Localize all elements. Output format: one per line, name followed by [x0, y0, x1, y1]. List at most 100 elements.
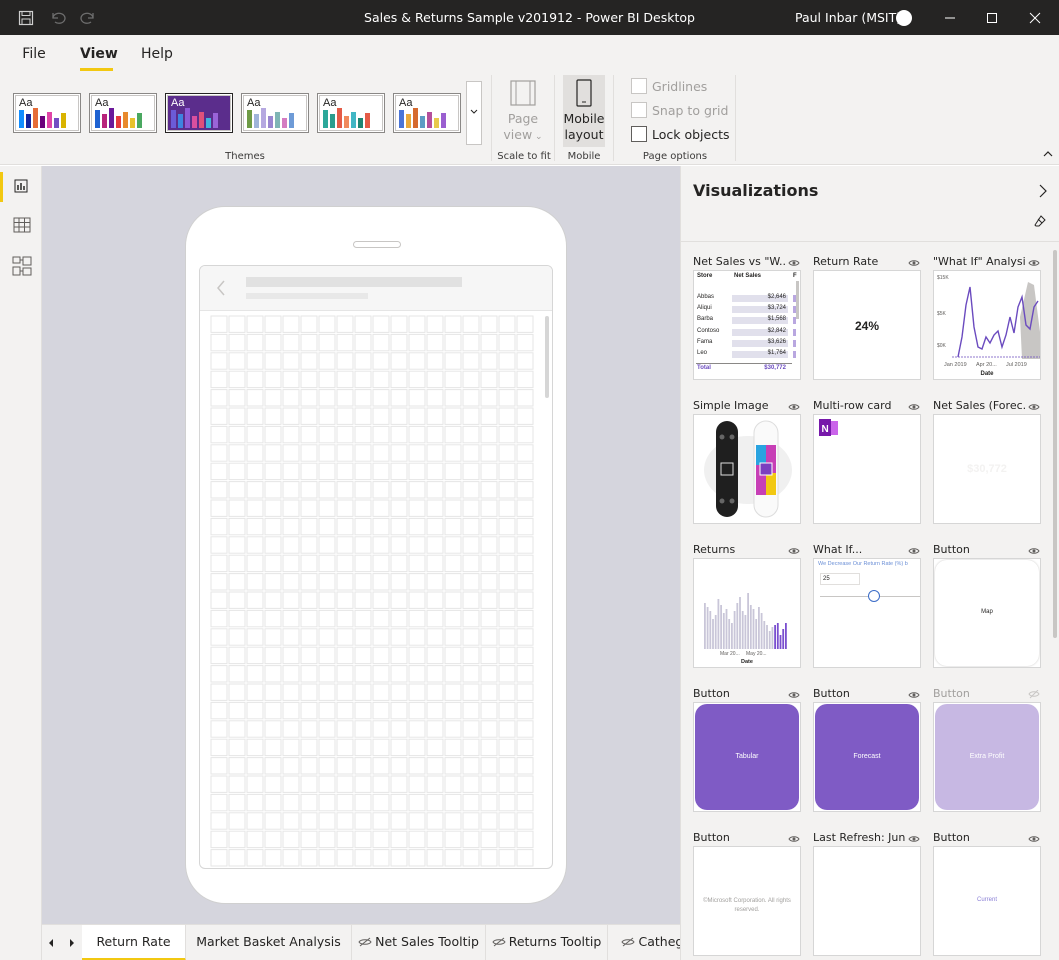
slider-value-input[interactable]: 25 — [820, 573, 860, 585]
visual-title: Button — [693, 687, 730, 700]
theme-preview: Aa — [167, 95, 231, 131]
mobile-layout-button[interactable]: Mobile layout — [563, 75, 605, 147]
table-data-bar-2 — [793, 339, 796, 347]
gridlines-checkbox[interactable] — [631, 78, 647, 94]
page-view-label-2: view — [503, 127, 533, 142]
scroll-right-icon[interactable] — [68, 938, 76, 948]
theme-swatch-2[interactable]: Aa — [89, 93, 157, 133]
eye-icon[interactable] — [908, 257, 920, 270]
chevron-right-icon[interactable] — [1038, 184, 1048, 198]
x-tick-label: Jan 2019 — [944, 362, 967, 368]
theme-swatch-1[interactable]: Aa — [13, 93, 81, 133]
table-cell-store: Abbas — [697, 294, 715, 300]
themes-expand-button[interactable] — [466, 81, 482, 145]
menu-file[interactable]: File — [16, 35, 52, 73]
button-label: Current — [976, 897, 997, 903]
report-view-icon[interactable] — [13, 178, 29, 194]
eye-icon[interactable] — [1028, 257, 1040, 270]
theme-swatch-4[interactable]: Aa — [241, 93, 309, 133]
view-switcher — [0, 166, 42, 960]
x-tick-label: May 20... — [746, 651, 767, 657]
visual-title: Button — [933, 687, 970, 700]
eye-icon[interactable] — [1028, 401, 1040, 414]
theme-swatch-5[interactable]: Aa — [317, 93, 385, 133]
theme-swatch-6[interactable]: Aa — [393, 93, 461, 133]
eye-icon[interactable] — [788, 689, 800, 702]
y-tick-label: $0K — [937, 343, 946, 349]
phone-scrollbar[interactable] — [545, 316, 549, 398]
layout-grid[interactable] — [210, 315, 534, 867]
active-indicator — [0, 172, 3, 202]
returns-bar — [741, 611, 744, 649]
table-cell-sales: $3,724 — [767, 305, 786, 312]
scroll-left-icon[interactable] — [47, 938, 55, 948]
tab-return-rate[interactable]: Return Rate — [82, 925, 186, 960]
tab-returns-tooltip[interactable]: Returns Tooltip — [486, 925, 608, 960]
eye-icon[interactable] — [788, 257, 800, 270]
visual-card-kpi[interactable]: 24% — [813, 270, 921, 380]
menu-help[interactable]: Help — [138, 35, 176, 73]
theme-swatch-3[interactable]: Aa — [165, 93, 233, 133]
tab-net-sales-tooltip[interactable]: Net Sales Tooltip — [352, 925, 486, 960]
user-name[interactable]: Paul Inbar (MSIT) — [795, 0, 901, 35]
eraser-icon[interactable] — [1033, 214, 1047, 228]
visual-card-multirow[interactable]: N — [813, 414, 921, 524]
eye-icon[interactable] — [908, 401, 920, 414]
visual-title: Button — [933, 831, 970, 844]
visual-card-link[interactable]: Current — [933, 846, 1041, 956]
tab-cathegory[interactable]: Cathegory — [608, 925, 680, 960]
theme-color-bar — [206, 118, 211, 128]
visual-card-blank[interactable] — [813, 846, 921, 956]
collapse-ribbon-icon[interactable] — [1043, 150, 1053, 158]
eye-icon[interactable] — [788, 833, 800, 846]
theme-bars — [19, 108, 66, 128]
eye-icon[interactable] — [788, 545, 800, 558]
eye-icon[interactable] — [908, 545, 920, 558]
kpi-value: $30,772 — [967, 463, 1007, 475]
returns-bar — [763, 621, 766, 649]
maximize-icon[interactable] — [972, 0, 1012, 35]
mobile-phone-frame — [185, 206, 567, 904]
snap-to-grid-checkbox[interactable] — [631, 102, 647, 118]
tab-label: Return Rate — [96, 934, 171, 949]
hidden-eye-icon[interactable] — [1028, 689, 1040, 702]
returns-bar — [782, 629, 785, 649]
visual-card-kpi-white[interactable]: $30,772 — [933, 414, 1041, 524]
visual-card-slider[interactable]: We Decrease Our Return Rate (%) b 25 — [813, 558, 921, 668]
close-icon[interactable] — [1015, 0, 1055, 35]
minimize-icon[interactable] — [930, 0, 970, 35]
eye-icon[interactable] — [908, 689, 920, 702]
visual-card-button-white[interactable]: Map — [933, 558, 1041, 668]
eye-icon[interactable] — [908, 833, 920, 846]
table-header-sales: Net Sales — [734, 273, 762, 279]
eye-icon[interactable] — [788, 401, 800, 414]
visual-card-image[interactable] — [693, 414, 801, 524]
visual-card-bars[interactable]: Mar 20... May 20... Date — [693, 558, 801, 668]
tab-market-basket-analysis[interactable]: Market Basket Analysis — [186, 925, 352, 960]
returns-bar — [779, 635, 782, 649]
theme-color-bar — [33, 108, 38, 128]
slider-thumb[interactable] — [868, 590, 880, 602]
copyright-text: ©Microsoft Corporation. All rights reser… — [703, 898, 791, 913]
data-view-icon[interactable] — [13, 217, 31, 233]
theme-color-bar — [330, 114, 335, 128]
returns-bar — [771, 627, 774, 649]
visual-card-line[interactable]: $15K $5K $0K Jan 2019 Apr 20... Jul 2019 Date — [933, 270, 1041, 380]
scale-to-fit-label: Scale to fit — [497, 151, 551, 162]
avatar[interactable] — [896, 10, 912, 26]
visual-card-button-purple[interactable]: Tabular — [693, 702, 801, 812]
visual-card-copyright[interactable]: ©Microsoft Corporation. All rights reser… — [693, 846, 801, 956]
visual-card-table[interactable]: Store Net Sales F Abbas $2,646 Aliqui $3,724 Ba… — [693, 270, 801, 380]
pane-scrollbar[interactable] — [1053, 250, 1057, 638]
model-view-icon[interactable] — [12, 256, 32, 276]
visual-card-button-light[interactable]: Extra Profit — [933, 702, 1041, 812]
theme-color-bar — [130, 118, 135, 128]
eye-icon[interactable] — [1028, 545, 1040, 558]
eye-icon[interactable] — [1028, 833, 1040, 846]
lock-objects-checkbox[interactable] — [631, 126, 647, 142]
page-view-button[interactable]: Page view ⌄ — [499, 75, 547, 147]
header-placeholder — [246, 277, 462, 287]
visual-card-button-purple[interactable]: Forecast — [813, 702, 921, 812]
theme-preview: Aa — [395, 95, 459, 131]
menu-view[interactable]: View — [80, 35, 118, 73]
